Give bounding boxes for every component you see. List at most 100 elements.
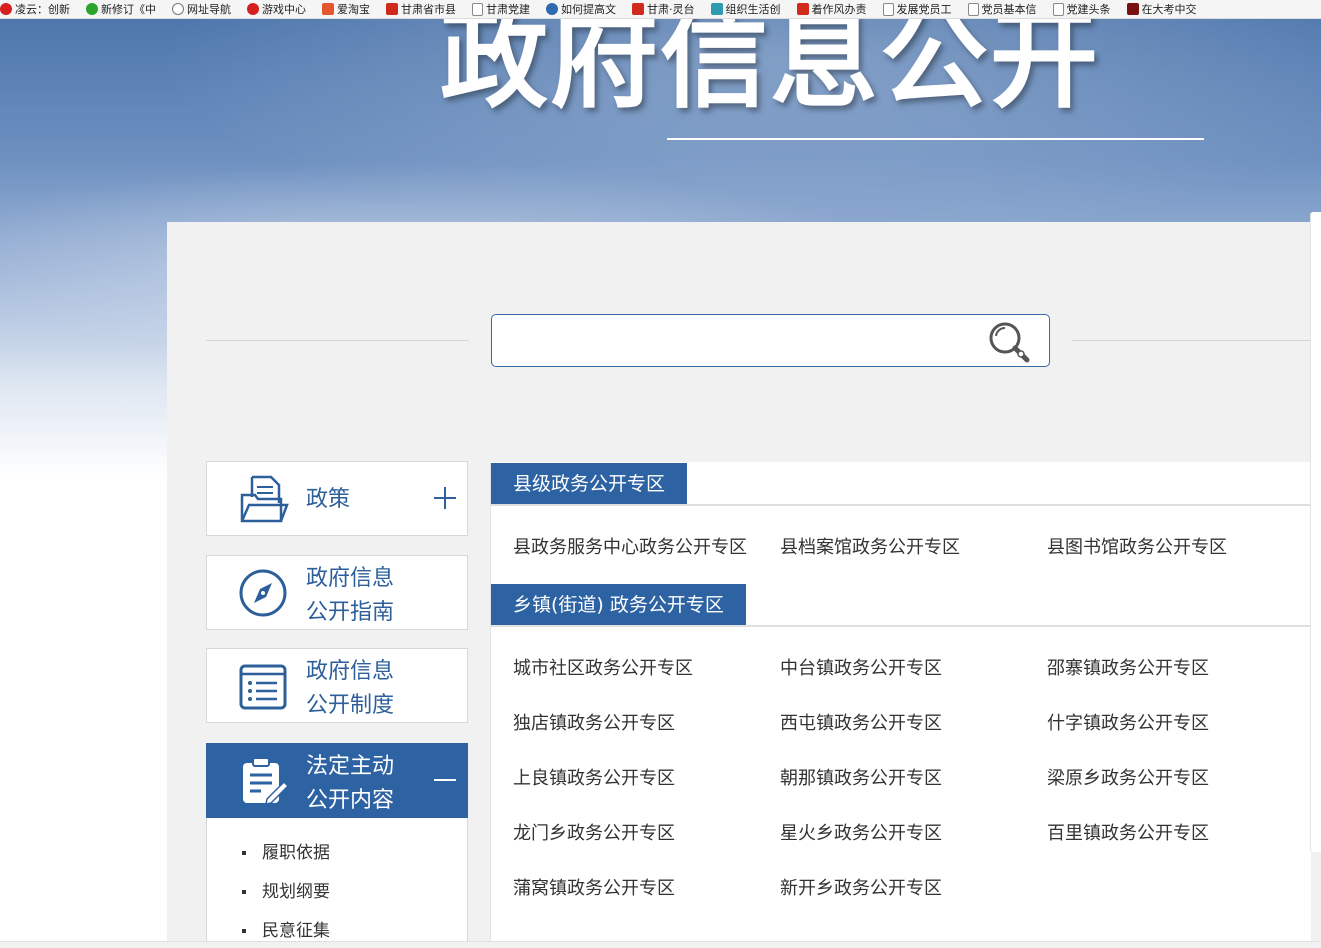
county-link[interactable]: 县档案馆政务公开专区: [780, 533, 960, 559]
page-icon: [967, 2, 979, 16]
bookmark-item[interactable]: 甘肃·灵台: [632, 1, 695, 17]
page-icon: [472, 2, 483, 16]
sidebar-item-label-line2: 公开指南: [306, 600, 395, 625]
red-circle-icon: [0, 3, 12, 15]
sidebar-item-policy[interactable]: 政策: [206, 461, 468, 536]
bookmark-item[interactable]: 发展党员工: [882, 1, 952, 17]
bookmark-label: 新修订《中: [101, 3, 156, 16]
township-link[interactable]: 朝那镇政务公开专区: [780, 764, 942, 790]
sidebar-item-label-line1: 法定主动: [306, 754, 395, 779]
township-link[interactable]: 独店镇政务公开专区: [513, 709, 675, 735]
county-link[interactable]: 县图书馆政务公开专区: [1047, 533, 1227, 559]
bookmark-item[interactable]: 甘肃省市县: [386, 1, 456, 17]
page-icon: [882, 2, 894, 16]
township-link[interactable]: 西屯镇政务公开专区: [780, 709, 942, 735]
bookmark-label: 党建头条: [1066, 3, 1111, 16]
township-link[interactable]: 城市社区政务公开专区: [513, 654, 693, 680]
bookmark-item[interactable]: 网址导航: [172, 1, 231, 17]
county-link[interactable]: 县政务服务中心政务公开专区: [513, 533, 747, 559]
bookmark-label: 着作风办责: [811, 3, 867, 16]
document-icon: [710, 3, 723, 15]
submenu-item[interactable]: 规划纲要: [242, 877, 330, 902]
section-title-township: 乡镇(街道) 政务公开专区: [491, 584, 746, 626]
emblem-icon: [796, 3, 809, 15]
sidebar-item-label-line2: 公开制度: [306, 693, 395, 718]
township-link[interactable]: 邵寨镇政务公开专区: [1047, 654, 1209, 680]
compass-icon: [239, 569, 287, 617]
bookmark-item[interactable]: 组织生活创: [710, 1, 781, 17]
news-icon: [1126, 3, 1139, 15]
bookmark-label: 游戏中心: [262, 3, 306, 16]
bookmark-item[interactable]: 在大考中交: [1126, 1, 1197, 17]
bookmark-item[interactable]: 凌云：创新: [0, 1, 70, 17]
bookmarks-bar: 凌云：创新 新修订《中 网址导航 游戏中心 爱淘宝 甘肃省市县 甘肃党建 如何提…: [0, 0, 1321, 19]
bookmark-label: 如何提高文: [561, 3, 616, 16]
bookmark-item[interactable]: 甘肃党建: [472, 1, 530, 17]
globe-icon: [172, 3, 184, 15]
plus-icon[interactable]: [433, 486, 457, 510]
divider-right: [1072, 340, 1310, 341]
sidebar-submenu: 履职依据 规划纲要 民意征集: [206, 818, 468, 947]
bookmark-label: 爱淘宝: [337, 3, 370, 16]
search-input[interactable]: [502, 323, 976, 360]
bookmark-label: 党员基本信: [981, 3, 1037, 16]
bookmark-item[interactable]: 如何提高文: [546, 1, 616, 17]
bookmark-label: 甘肃·灵台: [647, 3, 695, 16]
bookmark-item[interactable]: 游戏中心: [247, 1, 306, 17]
content-area: 县级政务公开专区 县政务服务中心政务公开专区 县档案馆政务公开专区 县图书馆政务…: [490, 462, 1311, 947]
bullet-icon: [242, 929, 246, 933]
township-link[interactable]: 龙门乡政务公开专区: [513, 819, 675, 845]
sidebar-item-label-line1: 政府信息: [306, 659, 395, 684]
bookmark-label: 凌云：创新: [15, 3, 70, 16]
minus-icon[interactable]: [433, 768, 457, 792]
bookmark-label: 甘肃党建: [486, 3, 530, 16]
township-link[interactable]: 上良镇政务公开专区: [513, 764, 675, 790]
clipboard-edit-icon: [243, 757, 289, 805]
banner-title: 政府信息公开: [440, 0, 1101, 123]
paw-icon: [546, 3, 558, 15]
submenu-item-label: 民意征集: [262, 921, 330, 941]
sidebar-item-label-line2: 公开内容: [306, 788, 395, 813]
bookmark-label: 甘肃省市县: [401, 3, 456, 16]
sidebar-item-disclosure-guide[interactable]: 政府信息 公开指南: [206, 555, 468, 630]
sidebar-item-label: 政策: [306, 487, 351, 512]
search-icon[interactable]: [985, 319, 1033, 365]
bookmark-label: 网址导航: [187, 3, 231, 16]
bullet-icon: [242, 890, 246, 894]
bullet-icon: [242, 851, 246, 855]
township-link[interactable]: 蒲窝镇政务公开专区: [513, 874, 675, 900]
bookmark-label: 组织生活创: [725, 3, 781, 16]
emblem-icon: [632, 3, 644, 15]
bookmark-item[interactable]: 党建头条: [1052, 1, 1111, 17]
search-box: [491, 314, 1050, 367]
section-title-county: 县级政务公开专区: [491, 463, 688, 505]
scrollbar[interactable]: [1310, 212, 1321, 852]
submenu-item[interactable]: 民意征集: [242, 916, 330, 941]
game-icon: [247, 3, 259, 15]
divider-left: [206, 340, 469, 341]
township-link[interactable]: 什字镇政务公开专区: [1047, 709, 1209, 735]
bookmark-item[interactable]: 党员基本信: [967, 1, 1037, 17]
submenu-item-label: 履职依据: [262, 843, 330, 863]
submenu-item[interactable]: 履职依据: [242, 838, 330, 863]
folder-document-icon: [240, 475, 289, 523]
township-link[interactable]: 梁原乡政务公开专区: [1047, 764, 1209, 790]
township-link[interactable]: 星火乡政务公开专区: [780, 819, 942, 845]
sidebar-item-label-line1: 政府信息: [306, 566, 395, 591]
township-link[interactable]: 新开乡政务公开专区: [780, 874, 942, 900]
emblem-icon: [386, 3, 398, 15]
township-link[interactable]: 百里镇政务公开专区: [1047, 819, 1209, 845]
taobao-icon: [322, 3, 334, 15]
wechat-icon: [86, 3, 98, 15]
bookmark-item[interactable]: 新修订《中: [86, 1, 156, 17]
sidebar-item-disclosure-system[interactable]: 政府信息 公开制度: [206, 648, 468, 723]
bookmark-label: 发展党员工: [896, 3, 952, 16]
bookmark-label: 在大考中交: [1141, 3, 1197, 16]
bookmark-item[interactable]: 爱淘宝: [322, 1, 370, 17]
bookmark-item[interactable]: 着作风办责: [796, 1, 867, 17]
submenu-item-label: 规划纲要: [262, 882, 330, 902]
township-link[interactable]: 中台镇政务公开专区: [780, 654, 942, 680]
sidebar-item-statutory-disclosure[interactable]: 法定主动 公开内容: [206, 743, 468, 818]
section-divider: [491, 504, 1311, 506]
section-divider: [491, 625, 1311, 627]
